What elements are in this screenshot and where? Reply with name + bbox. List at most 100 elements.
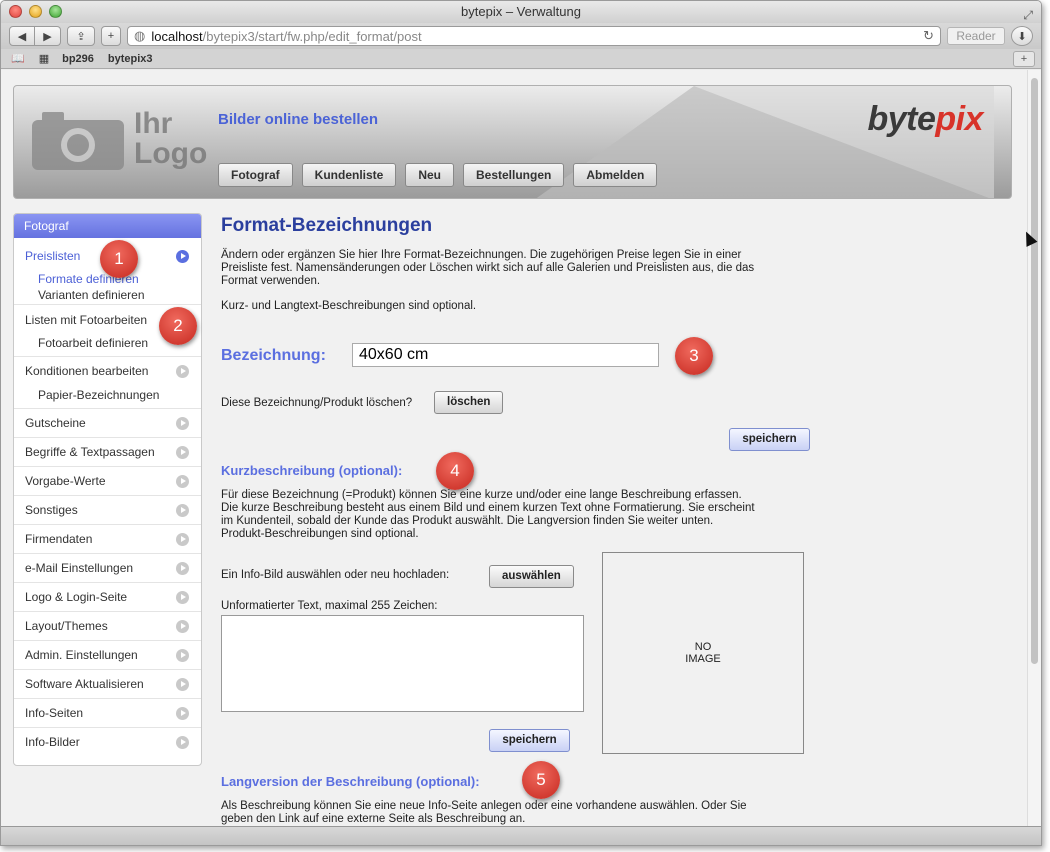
sidebar-item-label: Gutscheine [25, 416, 86, 430]
sidebar-item-layout[interactable]: Layout/Themes [14, 612, 201, 641]
tagline: Bilder online bestellen [218, 111, 379, 128]
vertical-scrollbar[interactable] [1027, 70, 1041, 828]
main-nav: Fotograf Kundenliste Neu Bestellungen Ab… [218, 163, 658, 187]
arrow-right-icon [176, 707, 189, 720]
new-tab-button[interactable]: + [1013, 51, 1035, 67]
minimize-button[interactable] [29, 5, 42, 18]
intro-line: Format verwenden. [221, 275, 321, 287]
sidebar-item-label: Konditionen bearbeiten [25, 364, 149, 378]
sidebar-item-sonstiges[interactable]: Sonstiges [14, 496, 201, 525]
lang-line: Als Beschreibung können Sie eine neue In… [221, 800, 747, 812]
url-host: localhost [151, 28, 203, 44]
main-content: Format-Bezeichnungen Ändern oder ergänze… [221, 213, 821, 313]
kurz-line: Für diese Bezeichnung (=Produkt) können … [221, 489, 742, 501]
brand-part1: byte [867, 100, 936, 138]
arrow-right-icon [176, 533, 189, 546]
logo-placeholder: Ihr Logo [32, 108, 207, 170]
globe-icon: ◍ [134, 28, 146, 43]
delete-button[interactable]: löschen [434, 391, 504, 414]
close-button[interactable] [9, 5, 22, 18]
sidebar-item-konditionen[interactable]: Konditionen bearbeiten [14, 357, 201, 383]
brand-logo: bytepix [867, 100, 983, 139]
arrow-right-icon [176, 678, 189, 691]
choose-image-button[interactable]: auswählen [489, 565, 574, 588]
zoom-button[interactable] [49, 5, 62, 18]
nav-fotograf[interactable]: Fotograf [218, 163, 293, 187]
short-text-area[interactable] [221, 615, 584, 712]
bezeichnung-input[interactable] [352, 343, 659, 367]
sidebar-item-label: Software Aktualisieren [25, 677, 144, 691]
forward-button[interactable]: ▶ [35, 26, 61, 46]
callout-badge-2: 2 [159, 307, 197, 345]
sidebar-item-label: Info-Seiten [25, 706, 84, 720]
sidebar-item-email[interactable]: e-Mail Einstellungen [14, 554, 201, 583]
lang-line: geben den Link auf eine externe Seite al… [221, 813, 526, 825]
brand-part2: pix [935, 100, 983, 138]
optional-note: Kurz- und Langtext-Beschreibungen sind o… [221, 300, 477, 312]
kurz-line: Die kurze Beschreibung besteht aus einem… [221, 502, 755, 514]
top-sites-icon[interactable]: ▦ [39, 52, 49, 65]
intro-text: Ändern oder ergänzen Sie hier Ihre Forma… [221, 249, 821, 288]
back-button[interactable]: ◀ [9, 26, 35, 46]
arrow-right-icon [176, 250, 189, 263]
sidebar-heading: Fotograf [14, 214, 201, 238]
page-title: Format-Bezeichnungen [221, 215, 433, 236]
callout-badge-3: 3 [675, 337, 713, 375]
sidebar-item-info-seiten[interactable]: Info-Seiten [14, 699, 201, 728]
reload-icon[interactable]: ↻ [923, 28, 934, 44]
sidebar-item-admin[interactable]: Admin. Einstellungen [14, 641, 201, 670]
kurz-line: im Kundenteil, sobald der Kunde das Prod… [221, 515, 714, 527]
sidebar-item-software[interactable]: Software Aktualisieren [14, 670, 201, 699]
web-page: Ihr Logo Bilder online bestellen bytepix… [1, 70, 1029, 828]
save-button[interactable]: speichern [729, 428, 810, 451]
bookmark-bp296[interactable]: bp296 [62, 53, 94, 65]
nav-kundenliste[interactable]: Kundenliste [301, 163, 397, 187]
arrow-right-icon [176, 562, 189, 575]
arrow-right-icon [176, 475, 189, 488]
kurzbeschreibung-title: Kurzbeschreibung (optional): [221, 463, 403, 478]
status-bar [1, 826, 1041, 845]
nav-neu[interactable]: Neu [405, 163, 454, 187]
sidebar-item-logo-login[interactable]: Logo & Login-Seite [14, 583, 201, 612]
delete-question: Diese Bezeichnung/Produkt löschen? [221, 397, 413, 409]
sidebar-subitem-papier[interactable]: Papier-Bezeichnungen [14, 383, 201, 409]
reader-button[interactable]: Reader [947, 27, 1005, 45]
sidebar-item-firmendaten[interactable]: Firmendaten [14, 525, 201, 554]
arrow-right-icon [176, 736, 189, 749]
fullscreen-icon[interactable]: ⤢ [1023, 4, 1033, 26]
sidebar-item-label: Layout/Themes [25, 619, 108, 633]
address-bar[interactable]: ◍ localhost/bytepix3/start/fw.php/edit_f… [127, 26, 941, 46]
sidebar-item-label: Vorgabe-Werte [25, 474, 106, 488]
sidebar-item-vorgabe-werte[interactable]: Vorgabe-Werte [14, 467, 201, 496]
langversion-title: Langversion der Beschreibung (optional): [221, 774, 480, 789]
nav-bestellungen[interactable]: Bestellungen [463, 163, 565, 187]
no-image-text: IMAGE [685, 653, 721, 665]
sidebar-item-gutscheine[interactable]: Gutscheine [14, 409, 201, 438]
arrow-right-icon [176, 417, 189, 430]
sidebar-subitem-varianten[interactable]: Varianten definieren [14, 287, 201, 305]
bookmark-bytepix3[interactable]: bytepix3 [108, 53, 153, 65]
kurzbeschreibung-text: Für diese Bezeichnung (=Produkt) können … [221, 489, 821, 541]
intro-line: Preisliste fest. Namensänderungen oder L… [221, 262, 755, 274]
info-image-placeholder[interactable]: NO IMAGE [602, 552, 804, 754]
share-button[interactable]: ⇪ [67, 26, 95, 46]
reading-list-icon[interactable]: 📖 [11, 52, 25, 65]
sidebar-item-begriffe[interactable]: Begriffe & Textpassagen [14, 438, 201, 467]
sidebar-item-label: Info-Bilder [25, 735, 80, 749]
bookmarks-bar: 📖 ▦ bp296 bytepix3 + [1, 49, 1041, 69]
save-button-short-description[interactable]: speichern [489, 729, 570, 752]
no-image-text: NO [694, 641, 712, 653]
downloads-icon[interactable]: ⬇ [1011, 26, 1033, 46]
nav-abmelden[interactable]: Abmelden [573, 163, 658, 187]
camera-icon [32, 112, 124, 170]
add-bookmark-button[interactable]: + [101, 26, 121, 46]
arrow-right-icon [176, 504, 189, 517]
sidebar-item-label: Logo & Login-Seite [25, 590, 128, 604]
text-label: Unformatierter Text, maximal 255 Zeichen… [221, 600, 438, 612]
langversion-text: Als Beschreibung können Sie eine neue In… [221, 800, 821, 826]
scrollbar-thumb[interactable] [1031, 78, 1038, 664]
window-title: bytepix – Verwaltung [461, 4, 581, 19]
title-bar: bytepix – Verwaltung ⤢ [1, 1, 1041, 23]
arrow-right-icon [176, 365, 189, 378]
sidebar-item-info-bilder[interactable]: Info-Bilder [14, 728, 201, 757]
